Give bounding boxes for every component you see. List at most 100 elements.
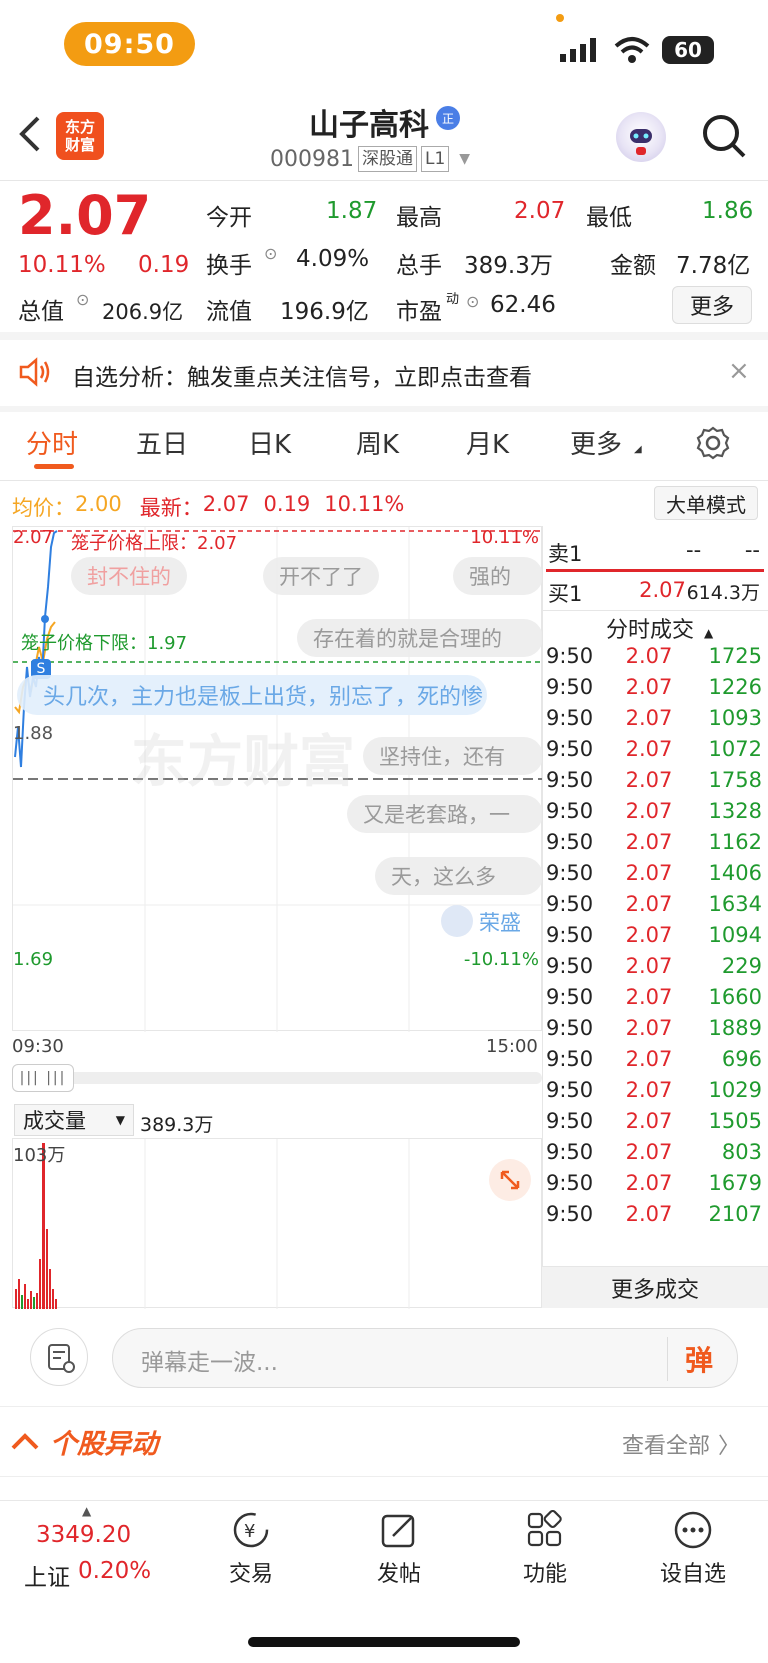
index-percent: 0.20%	[78, 1558, 152, 1584]
big-order-mode-button[interactable]: 大单模式	[654, 486, 758, 520]
trade-row: 9:50 2.07 1406	[546, 857, 762, 888]
danmu-bubble[interactable]: 存在着的就是合理的	[297, 619, 543, 657]
trade-price: 2.07	[625, 1046, 673, 1071]
change-percent: 10.11%	[18, 252, 106, 278]
y-axis-mid: 1.88	[13, 723, 54, 744]
cage-lower-limit: 笼子价格下限：1.97	[21, 633, 188, 654]
home-indicator[interactable]	[248, 1637, 520, 1647]
svg-text:¥: ¥	[244, 1521, 255, 1542]
nav-function-label: 功能	[522, 1562, 567, 1587]
avg-value: 2.00	[75, 492, 122, 516]
trade-price: 2.07	[625, 736, 673, 761]
more-button[interactable]: 更多	[672, 286, 752, 324]
trade-row: 9:50 2.07 1679	[546, 1167, 762, 1198]
trade-price: 2.07	[625, 705, 673, 730]
latest-change: 0.19	[263, 492, 311, 516]
danmu-bubble-highlighted[interactable]: 头几次，主力也是板上出货，别忘了，死的惨	[17, 675, 487, 715]
trade-volume: 1226	[708, 674, 762, 699]
user-avatar	[441, 905, 473, 937]
trade-volume: 1505	[708, 1108, 762, 1133]
tab-intraday[interactable]: 分时	[26, 424, 78, 461]
trade-time: 9:50	[546, 1201, 594, 1226]
trade-time: 9:50	[546, 829, 594, 854]
tab-five-day[interactable]: 五日	[136, 424, 188, 461]
active-tab-indicator	[34, 464, 74, 469]
expand-icon[interactable]	[489, 1159, 531, 1201]
volume-chart[interactable]: 103万	[12, 1138, 542, 1309]
close-icon[interactable]: ×	[728, 356, 750, 386]
danmu-send-button[interactable]: 弹	[685, 1339, 713, 1379]
trade-volume: 2107	[708, 1201, 762, 1226]
danmu-bubble[interactable]: 又是老套路，一	[347, 795, 543, 833]
trade-row: 9:50 2.07 1758	[546, 764, 762, 795]
trade-volume: 229	[721, 953, 762, 978]
danmu-bubble[interactable]: 天，这么多	[375, 857, 543, 895]
y-axis-top: 2.07	[13, 527, 54, 548]
indicator-label: 成交量	[23, 1109, 86, 1133]
pe-dynamic-sup: 动	[446, 292, 460, 307]
danmu-bubble[interactable]: 坚持住，还有	[363, 737, 543, 775]
nav-watchlist[interactable]: 设自选	[638, 1510, 748, 1588]
trade-volume: 1093	[708, 705, 762, 730]
verified-badge-icon: 正	[436, 106, 460, 130]
turnover-value: 4.09%	[296, 246, 370, 272]
trade-price: 2.07	[625, 1139, 673, 1164]
nav-function[interactable]: 功能	[490, 1509, 600, 1588]
trade-time: 9:50	[546, 1108, 594, 1133]
info-icon[interactable]: ⊙	[466, 292, 479, 311]
trade-volume: 1094	[708, 922, 762, 947]
trade-row: 9:50 2.07 1328	[546, 795, 762, 826]
info-icon[interactable]: ⊙	[76, 290, 89, 309]
danmu-bubble[interactable]: 封不住的	[71, 557, 187, 595]
info-icon[interactable]: ⊙	[264, 244, 277, 263]
nav-trade-label: 交易	[228, 1562, 273, 1587]
danmu-settings-icon[interactable]	[30, 1328, 88, 1386]
sell1-price: --	[686, 538, 702, 562]
status-time: 09:50	[64, 22, 195, 66]
index-value[interactable]: 3349.20	[36, 1522, 131, 1548]
sz-connect-tag: 深股通	[357, 146, 417, 172]
trade-price: 2.07	[625, 891, 673, 916]
caret-up-icon: ▲	[82, 1504, 92, 1518]
time-scrollbar[interactable]	[12, 1072, 542, 1084]
divider	[0, 1406, 768, 1407]
low-label: 最低	[586, 205, 632, 231]
tab-weekly-k[interactable]: 周K	[356, 424, 399, 461]
tab-monthly-k[interactable]: 月K	[466, 424, 509, 461]
stock-code-row[interactable]: 000981 深股通 L1 ▼	[270, 146, 470, 172]
trades-list: 9:50 2.07 1725 9:50 2.07 1226 9:50 2.07 1093 9:50…	[546, 640, 762, 1229]
edit-icon	[381, 1514, 415, 1548]
tab-daily-k[interactable]: 日K	[248, 424, 291, 461]
mcap-label: 总值	[18, 299, 64, 325]
notice-bar[interactable]: 自选分析：触发重点关注信号，立即点击查看 ×	[0, 340, 768, 406]
view-all-link[interactable]: 查看全部〉	[622, 1428, 740, 1460]
trade-price: 2.07	[625, 829, 673, 854]
tab-more[interactable]: 更多	[570, 424, 622, 461]
trade-row: 9:50 2.07 1660	[546, 981, 762, 1012]
settings-gear-icon[interactable]	[696, 426, 730, 464]
sell1-label: 卖1	[548, 542, 583, 566]
trade-volume: 1679	[708, 1170, 762, 1195]
collapse-chevron-icon[interactable]	[10, 1428, 40, 1456]
watermark: 东方财富	[131, 730, 355, 795]
trade-price: 2.07	[625, 860, 673, 885]
nav-trade[interactable]: ¥ 交易	[196, 1510, 306, 1588]
intraday-chart[interactable]: 东方财富 2.07 10.11% 笼子价格上限：2.07 笼子价格下限：1.97…	[12, 526, 543, 1032]
danmu-bubble[interactable]: 强的	[453, 557, 543, 595]
danmu-input[interactable]: 弹幕走一波... 弹	[112, 1328, 738, 1388]
danmu-bubble[interactable]: 开不了了	[263, 557, 379, 595]
latest-value: 2.07	[202, 492, 250, 516]
danmu-bubble-user[interactable]: 荣盛	[433, 901, 543, 941]
robot-avatar-icon[interactable]	[616, 112, 666, 162]
indicator-selector[interactable]: 成交量 ▼	[14, 1104, 134, 1136]
more-trades-button[interactable]: 更多成交	[542, 1266, 768, 1308]
trade-volume: 803	[721, 1139, 762, 1164]
search-icon[interactable]	[700, 112, 748, 166]
trade-volume: 1162	[708, 829, 762, 854]
trade-row: 9:50 2.07 696	[546, 1043, 762, 1074]
scroll-handle[interactable]: ||| |||	[12, 1064, 74, 1092]
index-ticker[interactable]: 上证 0.20%	[24, 1558, 151, 1592]
caret-up-icon: ▲	[704, 626, 714, 640]
trade-time: 9:50	[546, 891, 594, 916]
nav-post[interactable]: 发帖	[344, 1510, 454, 1588]
